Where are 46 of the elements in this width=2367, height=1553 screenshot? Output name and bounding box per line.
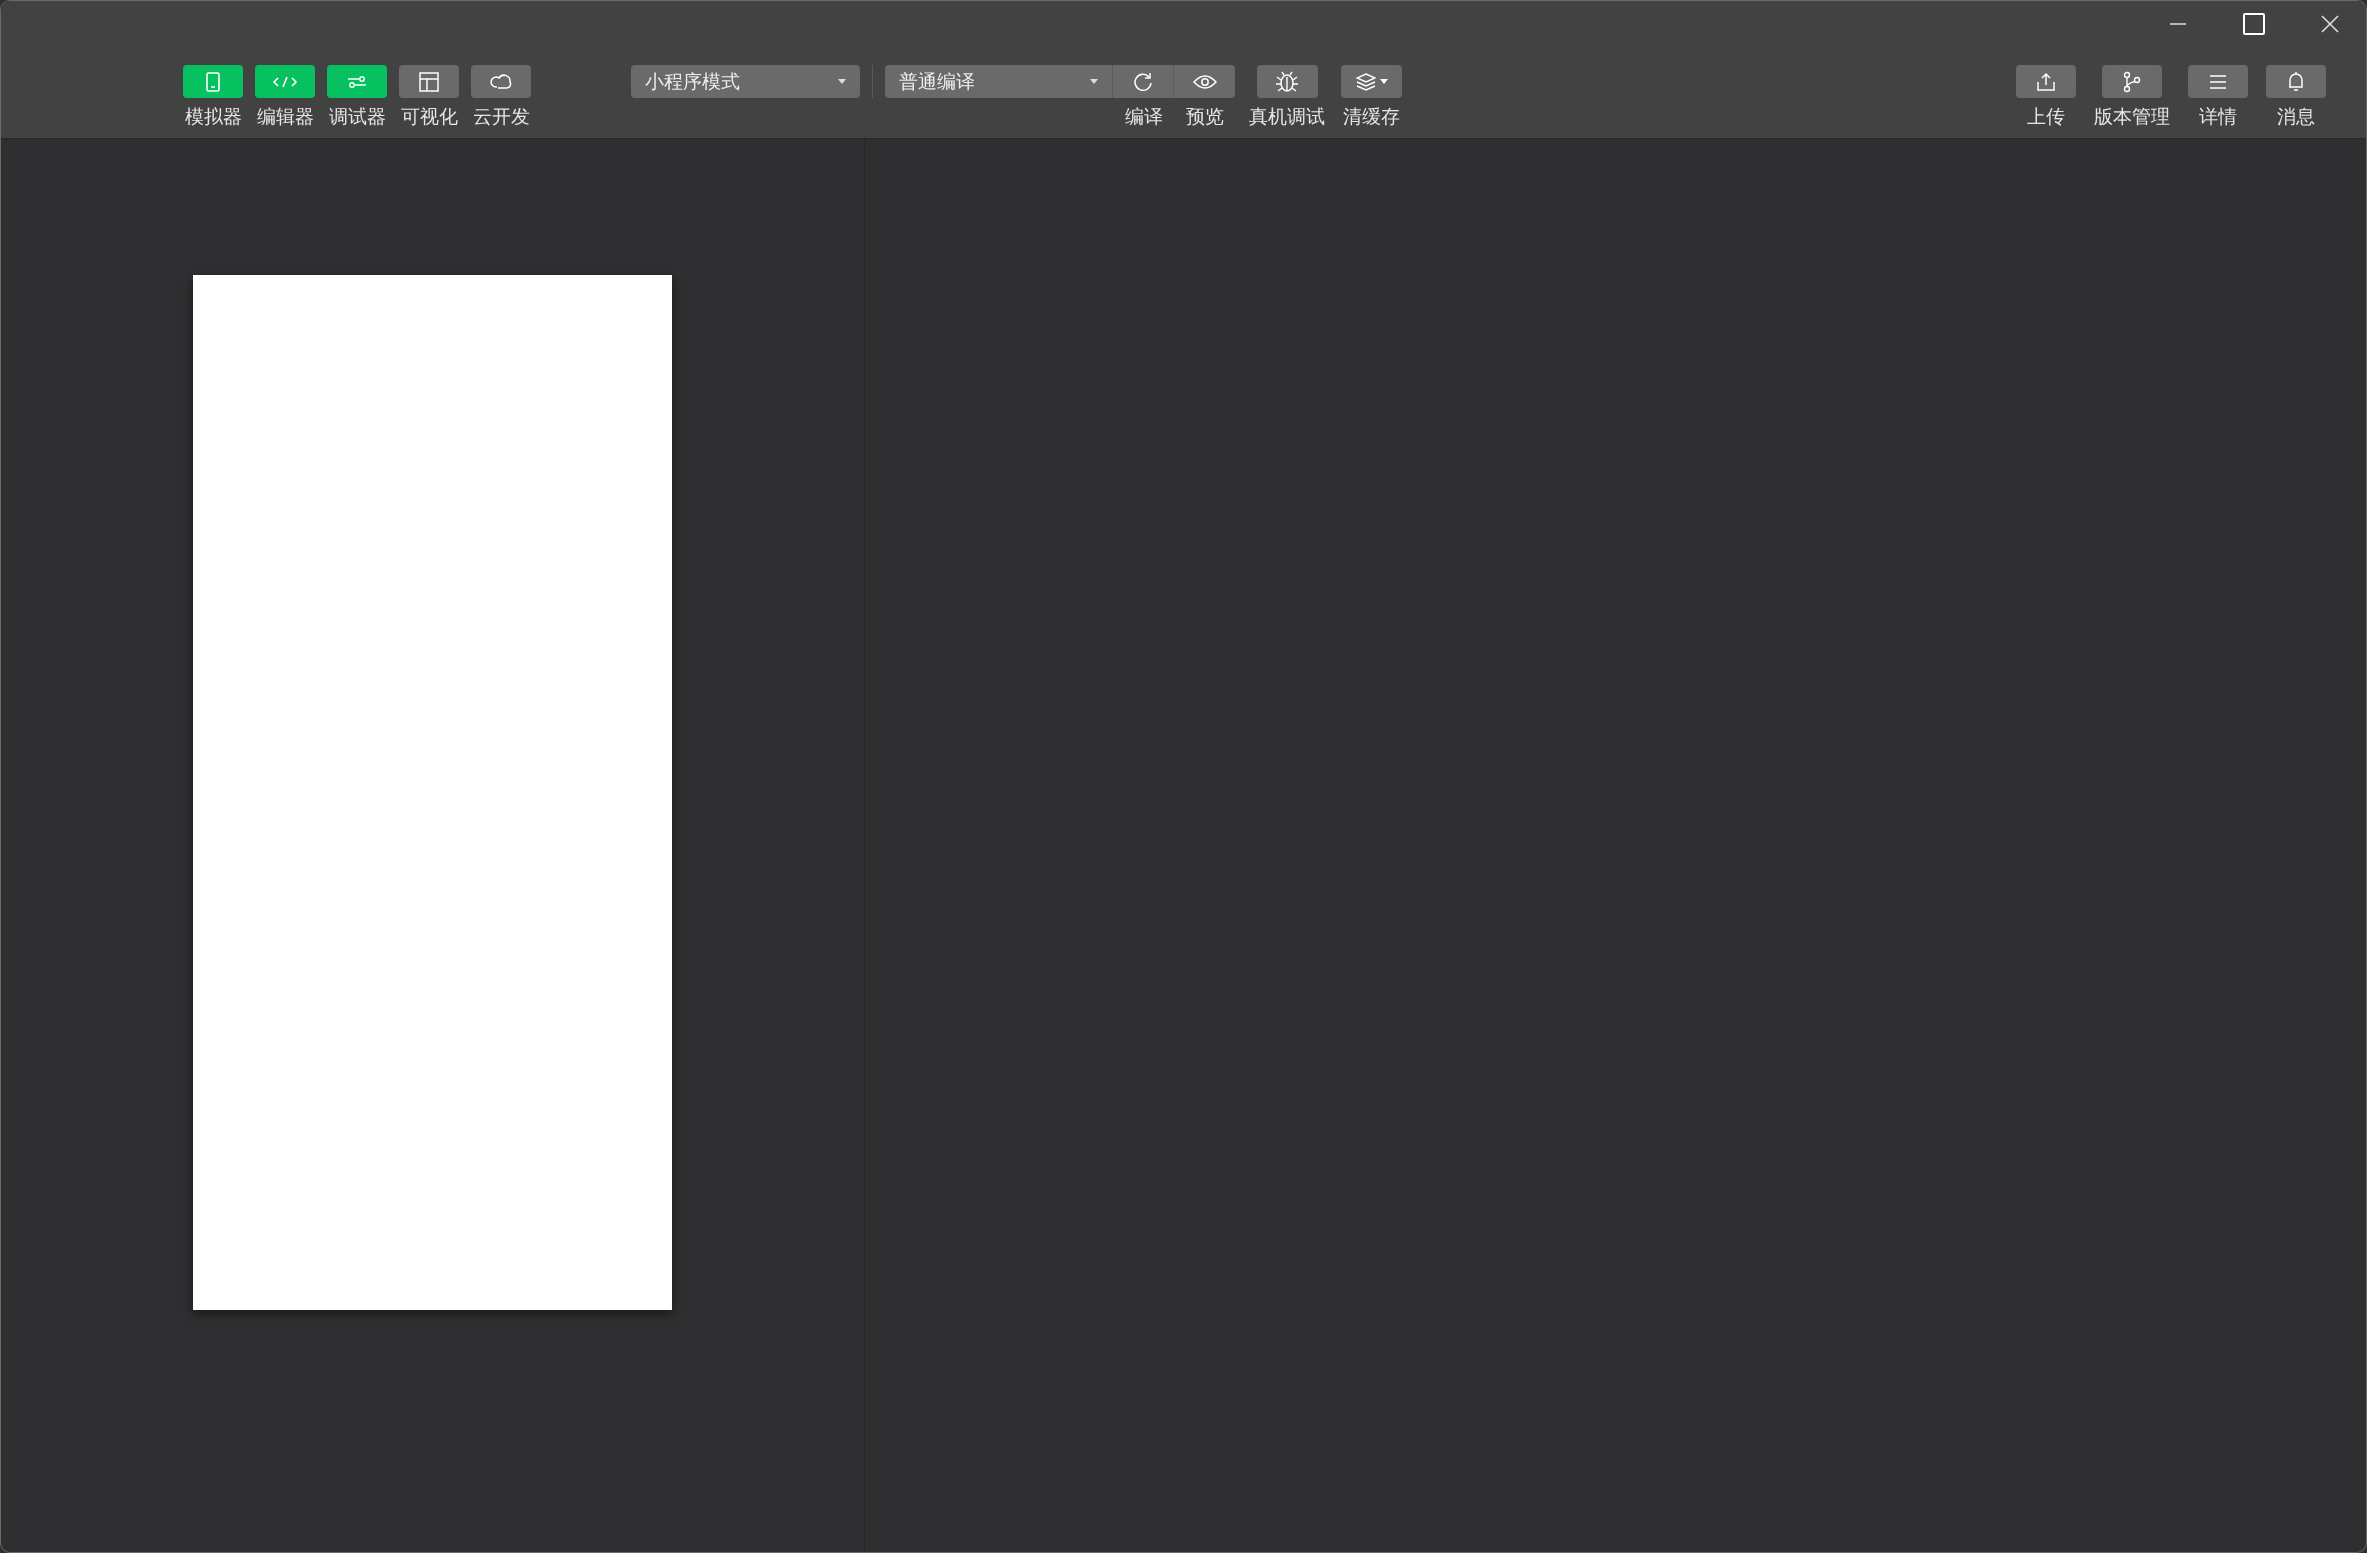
toolbar-label: 预览 — [1185, 104, 1224, 128]
refresh-icon — [1133, 71, 1153, 92]
compile-button[interactable] — [1113, 65, 1174, 98]
toolbar-label: 清缓存 — [1343, 104, 1400, 128]
clear-cache-button[interactable] — [1341, 65, 1402, 98]
eye-icon — [1192, 73, 1217, 90]
toolbar-label: 编辑器 — [256, 104, 314, 128]
bell-icon — [2287, 70, 2305, 93]
toolbar-label: 可视化 — [400, 104, 458, 128]
mode-dropdown[interactable]: 小程序模式 — [631, 65, 860, 98]
cloud-icon — [489, 72, 513, 91]
toolbar-label: 模拟器 — [184, 104, 242, 128]
remote-debug-button[interactable] — [1256, 65, 1318, 98]
toolbar-label: 消息 — [2277, 104, 2315, 128]
toolbar-label: 上传 — [2027, 104, 2065, 128]
close-icon[interactable] — [2320, 14, 2340, 34]
phone-icon — [206, 71, 220, 92]
toolbar-label: 调试器 — [328, 104, 386, 128]
toolbar-label: 真机调试 — [1249, 104, 1325, 128]
toolbar-button[interactable] — [2102, 65, 2162, 98]
maximize-icon[interactable] — [2242, 12, 2266, 36]
view-toggle-button[interactable] — [327, 65, 387, 98]
bug-icon — [1275, 70, 1299, 93]
list-icon — [2209, 73, 2227, 90]
branch-icon — [2122, 70, 2142, 93]
layout-icon — [419, 71, 439, 92]
toolbar-label: 编译 — [1124, 104, 1163, 128]
code-icon — [272, 74, 298, 89]
caret-icon — [838, 79, 846, 84]
toolbar-button[interactable] — [2016, 65, 2076, 98]
compile-dropdown[interactable]: 普通编译 — [885, 65, 1113, 98]
sliders-icon — [347, 74, 367, 89]
toolbar-label: 版本管理 — [2094, 104, 2170, 128]
layers-icon — [1355, 72, 1376, 91]
toolbar-label: 云开发 — [472, 104, 530, 128]
upload-icon — [2036, 71, 2056, 92]
caret-icon — [1379, 79, 1388, 84]
toolbar-label: 详情 — [2199, 104, 2237, 128]
view-toggle-button[interactable] — [183, 65, 243, 98]
toolbar-button[interactable] — [2266, 65, 2326, 98]
view-toggle-button[interactable] — [255, 65, 315, 98]
view-toggle-button[interactable] — [399, 65, 459, 98]
toolbar-button[interactable] — [2188, 65, 2248, 98]
view-toggle-button[interactable] — [471, 65, 531, 98]
caret-icon — [1090, 79, 1098, 84]
preview-button[interactable] — [1174, 65, 1235, 98]
